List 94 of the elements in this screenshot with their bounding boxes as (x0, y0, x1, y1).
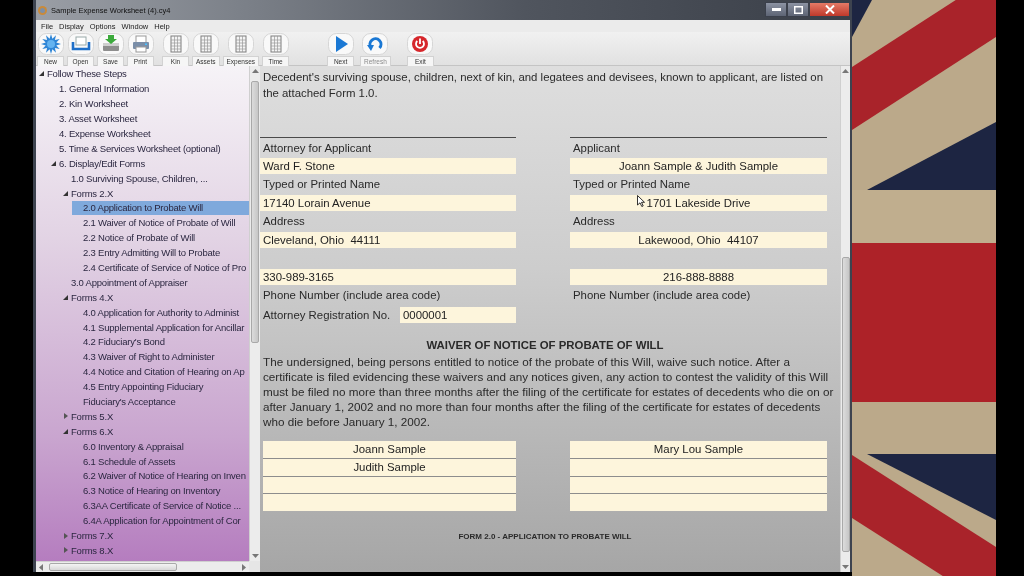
tray-icon (67, 33, 94, 55)
text-field[interactable]: Lakewood, Ohio 44107 (570, 232, 827, 248)
starburst-icon (37, 33, 64, 55)
tree-item[interactable]: 6.0 Inventory & Appraisal (72, 438, 249, 454)
scroll-up-arrow-icon[interactable] (842, 69, 849, 73)
tree-item[interactable]: 6. Display/Edit Forms (48, 155, 249, 171)
tree-item[interactable]: Follow These Steps (36, 66, 249, 82)
signature-field[interactable]: Judith Sample (263, 458, 516, 476)
signature-field[interactable] (570, 494, 827, 511)
expand-arrow-icon[interactable] (39, 71, 44, 77)
scroll-down-arrow-icon[interactable] (842, 565, 849, 569)
refresh-icon (362, 33, 389, 55)
scroll-down-arrow-icon[interactable] (251, 554, 259, 558)
tree-item[interactable]: Forms 7.X (60, 528, 249, 543)
tree-item[interactable]: 1.0 Surviving Spouse, Children, ... (60, 170, 249, 186)
field-caption: Typed or Printed Name (573, 178, 691, 190)
signature-field[interactable] (570, 476, 827, 494)
tree-item[interactable]: 2.3 Entry Admitting Will to Probate (72, 245, 249, 261)
waiver-paragraph: The undersigned, being persons entitled to notice of the probate of this Will, waive such notice. After a certificate is filed evidencing these waivers and any notices given, any action to contest the validity of this Will must be filed no more than three months after the filing of the certificate for estates of decedents who die on or after January 1, 2002 and no more than four months after the filing of the certificate for estates of decedents who die before January 1, 2002. (263, 354, 835, 429)
tree-item[interactable]: 6.4A Application for Appointment of Cor (72, 513, 249, 529)
tree-item[interactable]: 4.2 Fiduciary's Bond (72, 334, 249, 350)
scrollbar[interactable] (36, 561, 249, 572)
tree-item[interactable]: 2.2 Notice of Probate of Will (72, 230, 249, 246)
scrollbar[interactable] (249, 66, 260, 561)
tree-item[interactable]: 4.5 Entry Appointing Fiduciary (72, 379, 249, 395)
minimize-icon (771, 8, 781, 11)
tree-item[interactable]: Fiduciary's Acceptance (72, 394, 249, 409)
maximize-icon (793, 5, 803, 14)
intro-paragraph: Decedent's surviving spouse, children, next of kin, and legatees and devisees, known to applicant, are listed on the attached Form 1.0. (263, 70, 825, 101)
scroll-up-arrow-icon[interactable] (251, 69, 259, 73)
expand-arrow-icon[interactable] (63, 294, 68, 300)
tree-item[interactable]: 5. Time & Services Worksheet (optional) (48, 140, 249, 156)
tree-item[interactable]: 6.3 Notice of Hearing on Inventory (72, 483, 249, 499)
field-caption: Address (263, 215, 305, 227)
signature-field[interactable] (263, 476, 516, 494)
expand-arrow-icon[interactable] (51, 160, 56, 166)
expand-arrow-icon[interactable] (63, 190, 68, 196)
text-field[interactable]: 17140 Lorain Avenue (260, 195, 516, 211)
scroll-right-arrow-icon[interactable] (242, 563, 246, 571)
tree-item[interactable]: 2.4 Certificate of Service of Notice of Pro (72, 260, 249, 275)
text-field[interactable]: 330-989-3165 (260, 269, 516, 285)
text-field[interactable]: Cleveland, Ohio 44111 (260, 232, 516, 248)
tree-item[interactable]: 4.0 Application for Authority to Administ (72, 304, 249, 320)
scroll-left-arrow-icon[interactable] (39, 563, 43, 571)
field-caption: Phone Number (include area code) (263, 289, 441, 301)
scrollbar-thumb[interactable] (251, 81, 259, 343)
field-caption: Address (573, 215, 615, 227)
registration-field[interactable]: 0000001 (400, 307, 516, 323)
tree-item[interactable]: 4. Expense Worksheet (48, 126, 249, 141)
text-field[interactable]: Ward F. Stone (260, 158, 516, 174)
printer-icon (127, 33, 154, 55)
signature-field[interactable] (570, 458, 827, 476)
tree-item[interactable]: 2. Kin Worksheet (48, 96, 249, 112)
tree-item[interactable]: 2.0 Application to Probate Will (72, 200, 249, 216)
section-title: WAIVER OF NOTICE OF PROBATE OF WILL (425, 338, 665, 352)
tree-item[interactable]: Forms 5.X (60, 409, 249, 424)
tree-item[interactable]: Forms 8.X (60, 543, 249, 558)
power-icon (407, 33, 434, 55)
scrollbar-thumb[interactable] (49, 563, 177, 571)
column-heading: Attorney for Applicant (263, 142, 372, 154)
tree-item[interactable]: 2.1 Waiver of Notice of Probate of Will (72, 215, 249, 231)
tree-item[interactable]: 4.1 Supplemental Application for Ancillar (72, 319, 249, 335)
tree-item[interactable]: 1. General Information (48, 81, 249, 97)
close-icon (824, 5, 835, 14)
minimize-button[interactable] (765, 2, 787, 17)
field-label: Attorney Registration No. (262, 309, 392, 321)
tree-item[interactable]: 6.3AA Certificate of Service of Notice ... (72, 498, 249, 514)
expand-arrow-icon[interactable] (63, 428, 68, 434)
play-icon (327, 33, 354, 55)
tree-item[interactable]: Forms 6.X (60, 423, 249, 439)
field-caption: Phone Number (include area code) (573, 289, 751, 301)
field-caption: Typed or Printed Name (263, 178, 381, 190)
tree-item[interactable]: 6.1 Schedule of Assets (72, 453, 249, 469)
scrollbar-thumb[interactable] (841, 257, 850, 552)
text-field[interactable]: Joann Sample & Judith Sample (570, 158, 827, 174)
tree-item[interactable]: 3. Asset Worksheet (48, 111, 249, 127)
text-field[interactable]: 1701 Lakeside Drive (570, 195, 827, 211)
signature-field[interactable] (263, 494, 516, 511)
maximize-button[interactable] (787, 2, 809, 17)
app-icon (38, 5, 47, 15)
tree-item[interactable]: 4.3 Waiver of Right to Administer (72, 349, 249, 365)
tree-item[interactable]: 4.4 Notice and Citation of Hearing on Ap (72, 364, 249, 380)
form-footer: FORM 2.0 - APPLICATION TO PROBATE WILL (260, 532, 840, 541)
tree-item[interactable]: Forms 4.X (60, 289, 249, 305)
signature-field[interactable]: Joann Sample (263, 441, 516, 458)
close-button[interactable] (809, 2, 850, 17)
scrollbar[interactable] (840, 66, 850, 572)
tree-item[interactable]: 3.0 Appointment of Appraiser (60, 274, 249, 290)
signature-field[interactable]: Mary Lou Sample (570, 441, 827, 458)
tree-item[interactable]: Forms 2.X (60, 185, 249, 201)
text-field[interactable]: 216-888-8888 (570, 269, 827, 285)
column-heading: Applicant (573, 142, 620, 154)
mouse-pointer-icon (637, 195, 645, 207)
tree-item[interactable]: 6.2 Waiver of Notice of Hearing on Inven (72, 468, 249, 484)
